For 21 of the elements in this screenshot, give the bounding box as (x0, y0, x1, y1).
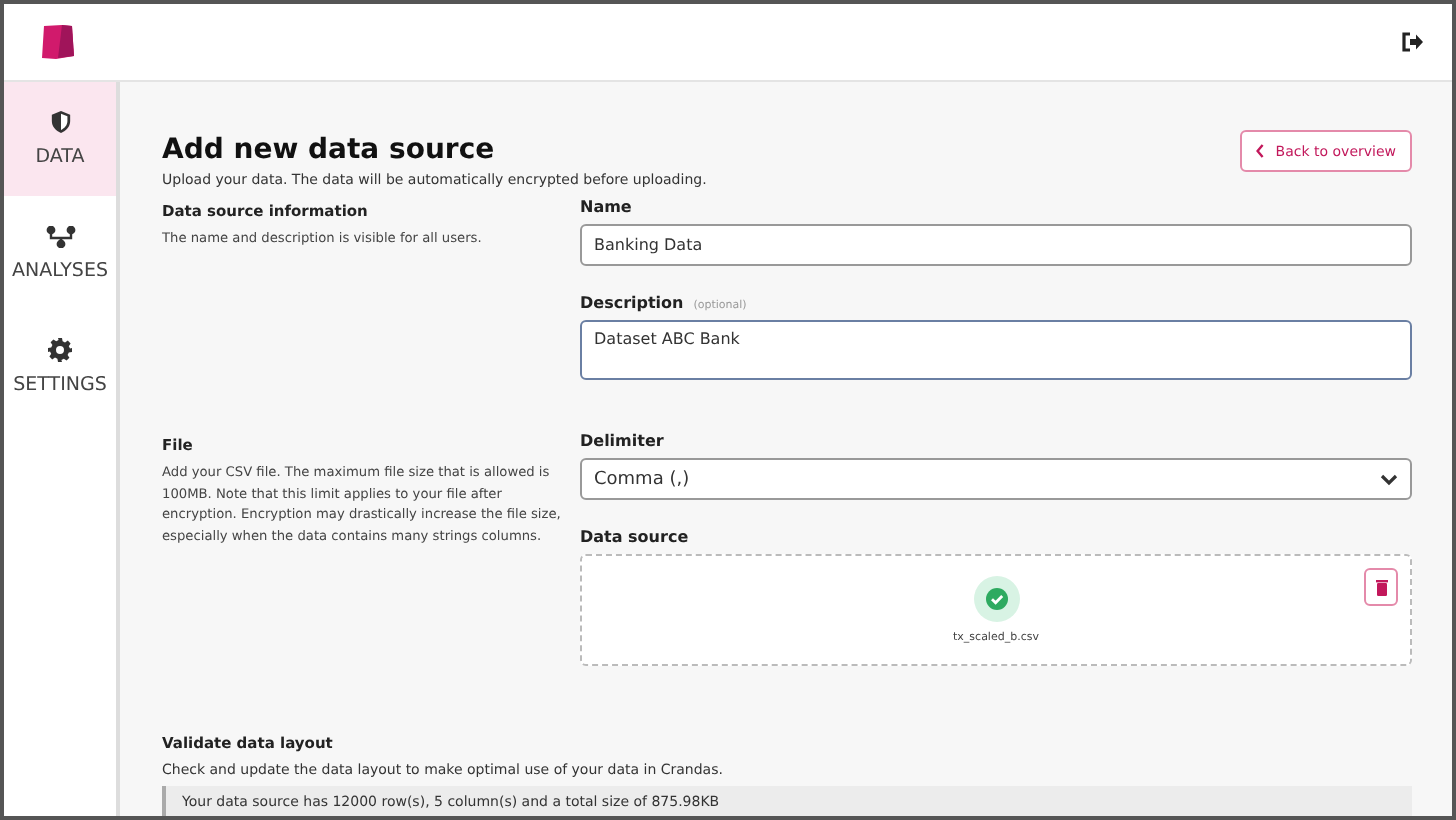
name-field[interactable]: Banking Data (580, 224, 1412, 266)
chevron-left-icon (1255, 144, 1264, 158)
network-icon (45, 225, 75, 247)
delimiter-select[interactable]: Comma (,) (580, 458, 1412, 500)
settings-icon (48, 338, 72, 362)
delete-button[interactable] (1364, 568, 1398, 606)
nav-tab[interactable]: ANALYSES (4, 196, 116, 310)
shield-icon (49, 110, 71, 134)
trash-icon (1375, 579, 1387, 595)
description-field[interactable]: Dataset ABC Bank (580, 320, 1412, 380)
nav-tab[interactable]: SETTINGS (4, 310, 116, 424)
nav-tab[interactable]: DATA (4, 82, 116, 196)
chevron-down-icon (1380, 473, 1398, 485)
logout-icon[interactable] (1402, 32, 1424, 52)
logo (40, 24, 76, 60)
page-title: Add new data source (162, 134, 497, 166)
field-label: Name (580, 198, 632, 216)
field-label: Description (580, 294, 684, 312)
check-circle-icon (973, 576, 1019, 622)
field-label: Data source (580, 528, 689, 546)
field-label: Delimiter (580, 432, 664, 450)
